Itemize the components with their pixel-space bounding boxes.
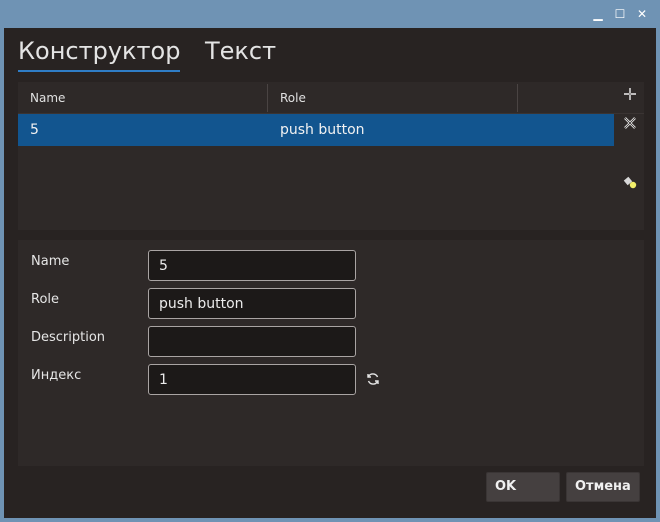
maximize-icon[interactable]: ☐	[612, 6, 628, 22]
properties-panel: Name Role Description Индекс	[18, 240, 644, 466]
name-field[interactable]	[148, 250, 356, 281]
refresh-icon[interactable]	[364, 371, 382, 389]
dialog-window: Конструктор Текст Name Role 5 push butto…	[4, 28, 656, 518]
grid-header: Name Role	[18, 82, 644, 114]
add-icon[interactable]	[621, 86, 639, 104]
cancel-button[interactable]: Отмена	[566, 472, 640, 502]
tab-text[interactable]: Текст	[205, 36, 276, 66]
role-label: Role	[31, 292, 60, 307]
name-label: Name	[31, 254, 70, 269]
column-header-name[interactable]: Name	[18, 82, 268, 114]
column-header-role[interactable]: Role	[268, 82, 518, 114]
cell-role: push button	[280, 122, 365, 138]
tab-constructor[interactable]: Конструктор	[18, 36, 180, 66]
role-field[interactable]	[148, 288, 356, 319]
active-tab-indicator	[18, 70, 180, 72]
description-label: Description	[31, 330, 106, 345]
index-label: Индекс	[31, 368, 82, 383]
index-field[interactable]	[148, 364, 356, 395]
table-row[interactable]: 5 push button	[18, 114, 614, 146]
minimize-icon[interactable]: ▁	[590, 6, 606, 22]
ok-button[interactable]: OK	[486, 472, 560, 502]
column-separator[interactable]	[517, 84, 518, 112]
description-field[interactable]	[148, 326, 356, 357]
cell-name: 5	[30, 122, 39, 138]
highlight-icon[interactable]	[621, 174, 639, 192]
delete-icon[interactable]	[621, 115, 639, 133]
title-bar: ▁ ☐ ✕	[0, 0, 660, 28]
close-icon[interactable]: ✕	[634, 6, 650, 22]
accessibility-grid-panel: Name Role 5 push button	[18, 82, 644, 230]
